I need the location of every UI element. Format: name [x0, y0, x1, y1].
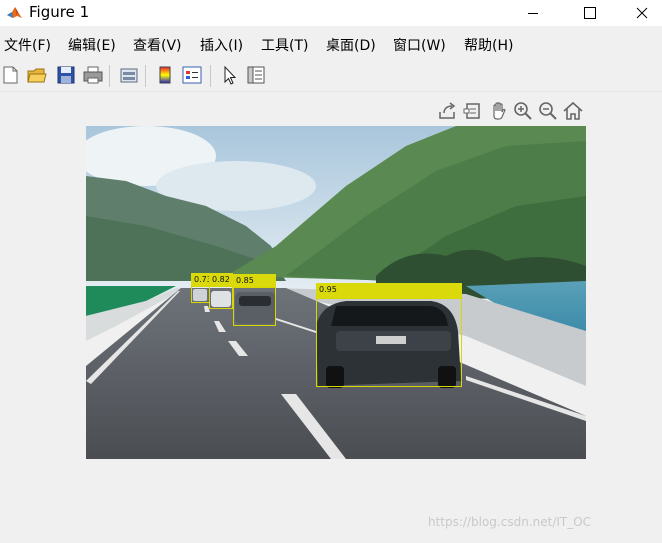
- detection-image: 0.73 0.82 0.85 0.95: [86, 126, 586, 459]
- menu-desktop[interactable]: 桌面(D): [326, 35, 376, 55]
- toolbar-separator: [109, 65, 110, 87]
- zoom-in-icon[interactable]: [512, 100, 534, 122]
- menu-tools[interactable]: 工具(T): [261, 35, 308, 55]
- minimize-button[interactable]: [510, 0, 556, 26]
- title-bar: Figure 1: [0, 0, 662, 26]
- link-plot-icon[interactable]: [118, 64, 140, 86]
- toolbar-separator: [210, 65, 211, 87]
- export-icon[interactable]: [437, 100, 459, 122]
- detection-box: [233, 287, 276, 326]
- detection-box: [191, 286, 210, 303]
- watermark: https://blog.csdn.net/IT_OC: [428, 515, 592, 529]
- toolbar-separator: [145, 65, 146, 87]
- close-button[interactable]: [619, 0, 662, 26]
- matlab-logo-icon: [7, 7, 22, 18]
- pan-icon[interactable]: [488, 100, 510, 122]
- menu-file[interactable]: 文件(F): [4, 35, 51, 55]
- insert-legend-icon[interactable]: [181, 64, 203, 86]
- brush-icon[interactable]: [463, 100, 485, 122]
- detection-box: [316, 298, 462, 387]
- detection-score-label: 0.85: [233, 274, 276, 287]
- property-inspector-icon[interactable]: [245, 64, 267, 86]
- menu-window[interactable]: 窗口(W): [393, 35, 446, 55]
- window-title: Figure 1: [29, 3, 90, 21]
- print-icon[interactable]: [82, 64, 104, 86]
- menu-view[interactable]: 查看(V): [133, 35, 182, 55]
- edit-plot-icon[interactable]: [219, 64, 241, 86]
- menu-bar: 文件(F) 编辑(E) 查看(V) 插入(I) 工具(T) 桌面(D) 窗口(W…: [0, 33, 662, 55]
- detection-score-label: 0.95: [316, 283, 462, 298]
- maximize-button[interactable]: [567, 0, 613, 26]
- save-icon[interactable]: [55, 64, 77, 86]
- insert-colorbar-icon[interactable]: [154, 64, 176, 86]
- minimize-icon: [528, 13, 538, 14]
- detection-score-label: 0.82: [209, 273, 233, 286]
- open-file-icon[interactable]: [26, 64, 48, 86]
- menu-edit[interactable]: 编辑(E): [68, 35, 116, 55]
- figure-toolbar: [0, 61, 662, 92]
- detection-score-label: 0.73: [191, 273, 210, 286]
- new-figure-icon[interactable]: [0, 64, 22, 86]
- zoom-out-icon[interactable]: [537, 100, 559, 122]
- close-icon: [636, 7, 648, 19]
- menu-insert[interactable]: 插入(I): [200, 35, 243, 55]
- home-icon[interactable]: [562, 100, 584, 122]
- detection-box: [209, 286, 233, 309]
- menu-help[interactable]: 帮助(H): [464, 35, 513, 55]
- maximize-icon: [584, 7, 596, 19]
